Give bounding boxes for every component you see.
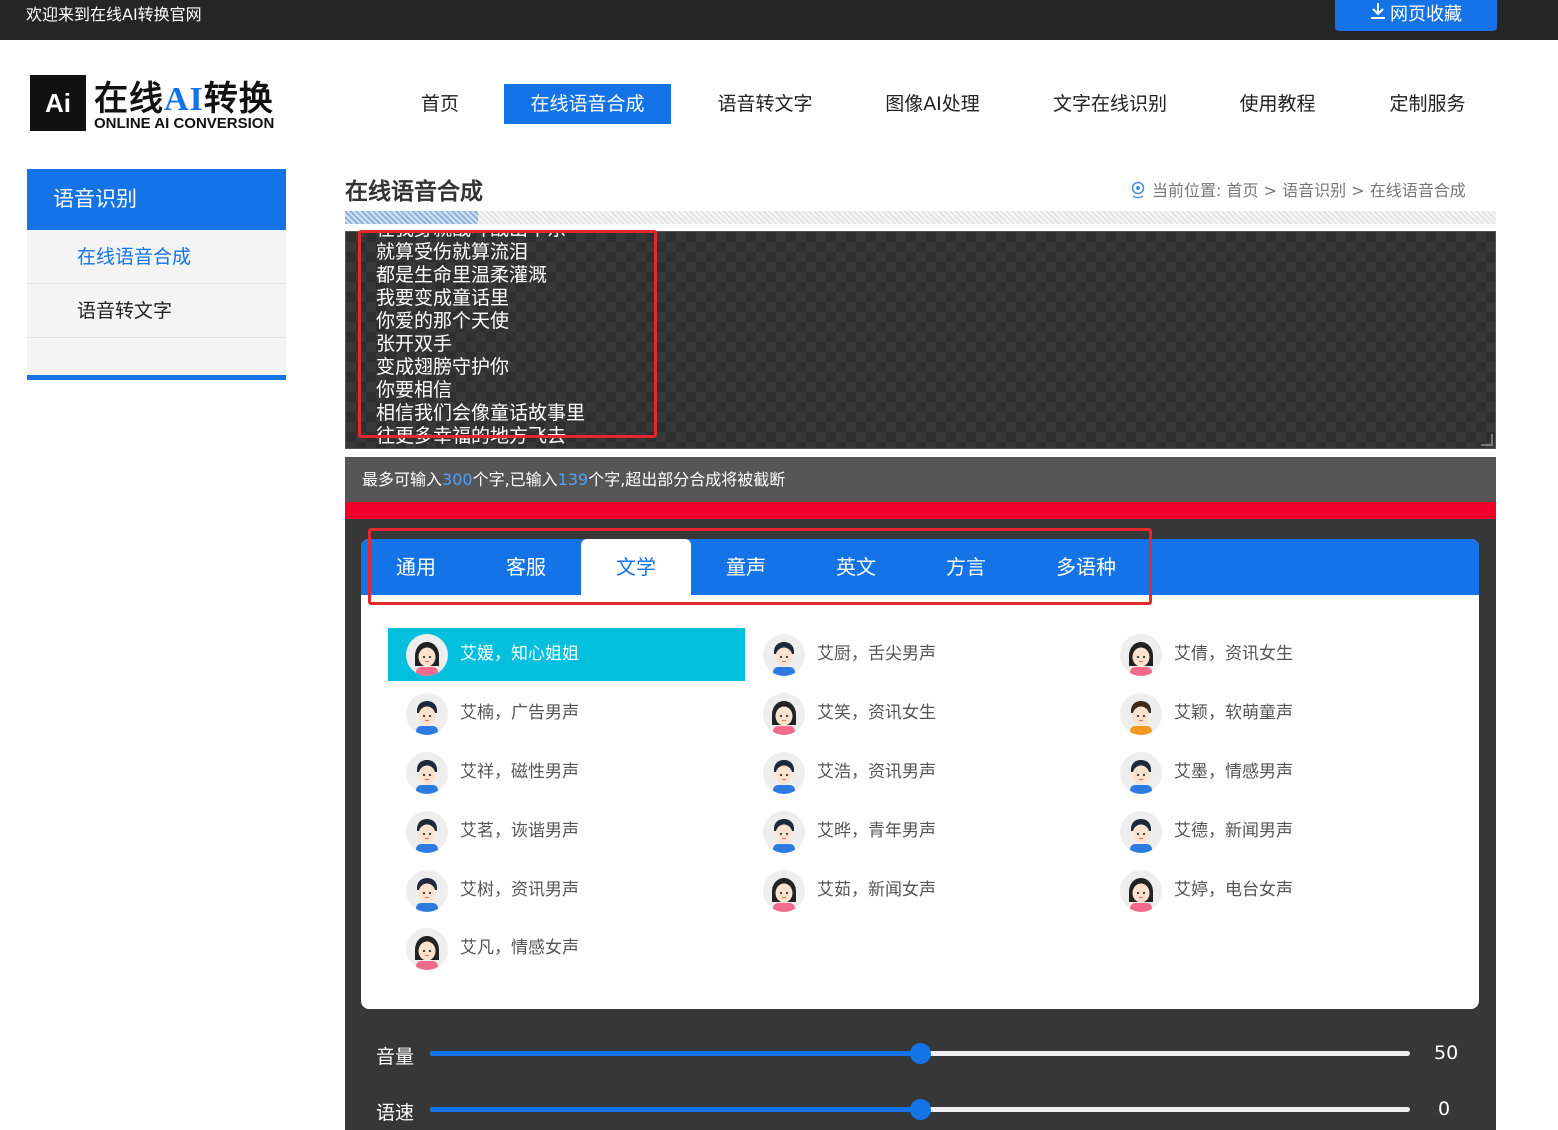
voice-option[interactable]: 艾笑，资讯女生 [745, 687, 1102, 740]
logo-en-text: ONLINE AI CONVERSION [94, 115, 275, 132]
voice-option[interactable]: 艾倩，资讯女生 [1102, 628, 1459, 681]
warning-bar [345, 502, 1496, 519]
voice-option[interactable]: 艾墨，情感男声 [1102, 746, 1459, 799]
bookmark-label: 网页收藏 [1390, 4, 1462, 25]
download-icon [1370, 0, 1386, 29]
avatar [1120, 752, 1162, 794]
site-logo[interactable]: Ai 在线AI转换 ONLINE AI CONVERSION [30, 75, 290, 133]
nav-item-tutorial[interactable]: 使用教程 [1225, 84, 1330, 124]
voice-card: 通用 客服 文学 童声 英文 方言 多语种 艾媛，知心姐姐 艾厨，舌尖男声 艾倩，资… [361, 539, 1479, 1009]
sidebar-item-tts[interactable]: 在线语音合成 [27, 230, 286, 284]
voice-option[interactable]: 艾茗，诙谐男声 [388, 805, 745, 858]
logo-mark: Ai [30, 75, 86, 131]
voice-option[interactable]: 艾茹，新闻女声 [745, 864, 1102, 917]
voice-option-label: 艾浩，资讯男声 [817, 762, 936, 782]
voice-option-label: 艾凡，情感女声 [460, 938, 579, 958]
voice-option-label: 艾祥，磁性男声 [460, 762, 579, 782]
volume-label: 音量 [376, 1046, 415, 1068]
voice-option-label: 艾茗，诙谐男声 [460, 821, 579, 841]
char-counter: 最多可输入300个字,已输入139个字,超出部分合成将被截断 [345, 457, 1496, 502]
avatar [406, 870, 448, 912]
voice-option[interactable]: 艾颖，软萌童声 [1102, 687, 1459, 740]
highlight-box-text [358, 230, 657, 438]
avatar [763, 634, 805, 676]
avatar [1120, 634, 1162, 676]
highlight-box-tabs [368, 528, 1152, 605]
voice-option[interactable]: 艾楠，广告男声 [388, 687, 745, 740]
voice-option-label: 艾倩，资讯女生 [1174, 644, 1293, 664]
voice-option[interactable]: 艾祥，磁性男声 [388, 746, 745, 799]
speed-label: 语速 [376, 1102, 415, 1124]
nav-item-image-ai[interactable]: 图像AI处理 [870, 84, 995, 124]
sidebar: 语音识别 在线语音合成 语音转文字 [27, 169, 286, 380]
voice-option-label: 艾媛，知心姐姐 [460, 644, 579, 664]
logo-cn-text: 在线AI转换 [94, 79, 274, 119]
avatar [1120, 693, 1162, 735]
current-chars: 139 [557, 470, 589, 489]
voice-option-label: 艾茹，新闻女声 [817, 880, 936, 900]
voice-option[interactable]: 艾媛，知心姐姐 [388, 628, 745, 681]
voice-option[interactable]: 艾德，新闻男声 [1102, 805, 1459, 858]
voice-option-label: 艾颖，软萌童声 [1174, 703, 1293, 723]
speed-slider-handle[interactable] [910, 1099, 931, 1120]
avatar [763, 811, 805, 853]
avatar [763, 693, 805, 735]
avatar [1120, 870, 1162, 912]
voice-option-label: 艾晔，青年男声 [817, 821, 936, 841]
voice-option-label: 艾楠，广告男声 [460, 703, 579, 723]
volume-slider-handle[interactable] [910, 1043, 931, 1064]
voice-option-label: 艾婷，电台女声 [1174, 880, 1293, 900]
avatar [406, 811, 448, 853]
avatar [406, 752, 448, 794]
nav-item-home[interactable]: 首页 [390, 84, 490, 124]
sidebar-title: 语音识别 [27, 169, 286, 230]
voice-option-label: 艾厨，舌尖男声 [817, 644, 936, 664]
voice-option-label: 艾墨，情感男声 [1174, 762, 1293, 782]
breadcrumb-home[interactable]: 首页 [1227, 181, 1259, 200]
avatar [406, 634, 448, 676]
title-divider [345, 211, 1496, 224]
avatar [406, 928, 448, 970]
max-chars: 300 [442, 470, 473, 489]
voice-option[interactable]: 艾浩，资讯男声 [745, 746, 1102, 799]
voice-option[interactable]: 艾婷，电台女声 [1102, 864, 1459, 917]
speed-value: 0 [1438, 1098, 1451, 1120]
speed-slider[interactable] [430, 1099, 1410, 1120]
bookmark-button[interactable]: 网页收藏 [1335, 0, 1497, 31]
breadcrumb-section[interactable]: 语音识别 [1282, 181, 1346, 200]
top-bar: 欢迎来到在线AI转换官网 网页收藏 [0, 0, 1558, 40]
nav-item-tts[interactable]: 在线语音合成 [504, 84, 671, 124]
avatar [406, 693, 448, 735]
avatar [763, 752, 805, 794]
nav-item-stt[interactable]: 语音转文字 [700, 84, 830, 124]
voice-option[interactable]: 艾晔，青年男声 [745, 805, 1102, 858]
avatar [763, 870, 805, 912]
nav-item-custom[interactable]: 定制服务 [1375, 84, 1480, 124]
nav-item-ocr[interactable]: 文字在线识别 [1040, 84, 1180, 124]
sidebar-item-stt[interactable]: 语音转文字 [27, 284, 286, 338]
avatar [1120, 811, 1162, 853]
voice-option[interactable]: 艾厨，舌尖男声 [745, 628, 1102, 681]
voice-option-label: 艾树，资讯男声 [460, 880, 579, 900]
breadcrumb: 当前位置: 首页 > 语音识别 > 在线语音合成 [1130, 177, 1466, 201]
volume-value: 50 [1434, 1042, 1459, 1064]
voice-option-label: 艾笑，资讯女生 [817, 703, 936, 723]
page-title: 在线语音合成 [345, 179, 483, 205]
welcome-text: 欢迎来到在线AI转换官网 [26, 5, 202, 24]
volume-slider[interactable] [430, 1043, 1410, 1064]
voice-option-label: 艾德，新闻男声 [1174, 821, 1293, 841]
voice-option[interactable]: 艾凡，情感女声 [388, 922, 745, 975]
resize-handle[interactable] [1481, 434, 1493, 446]
breadcrumb-current: 在线语音合成 [1369, 181, 1466, 200]
location-pin-icon [1130, 181, 1146, 199]
voice-option[interactable]: 艾树，资讯男声 [388, 864, 745, 917]
